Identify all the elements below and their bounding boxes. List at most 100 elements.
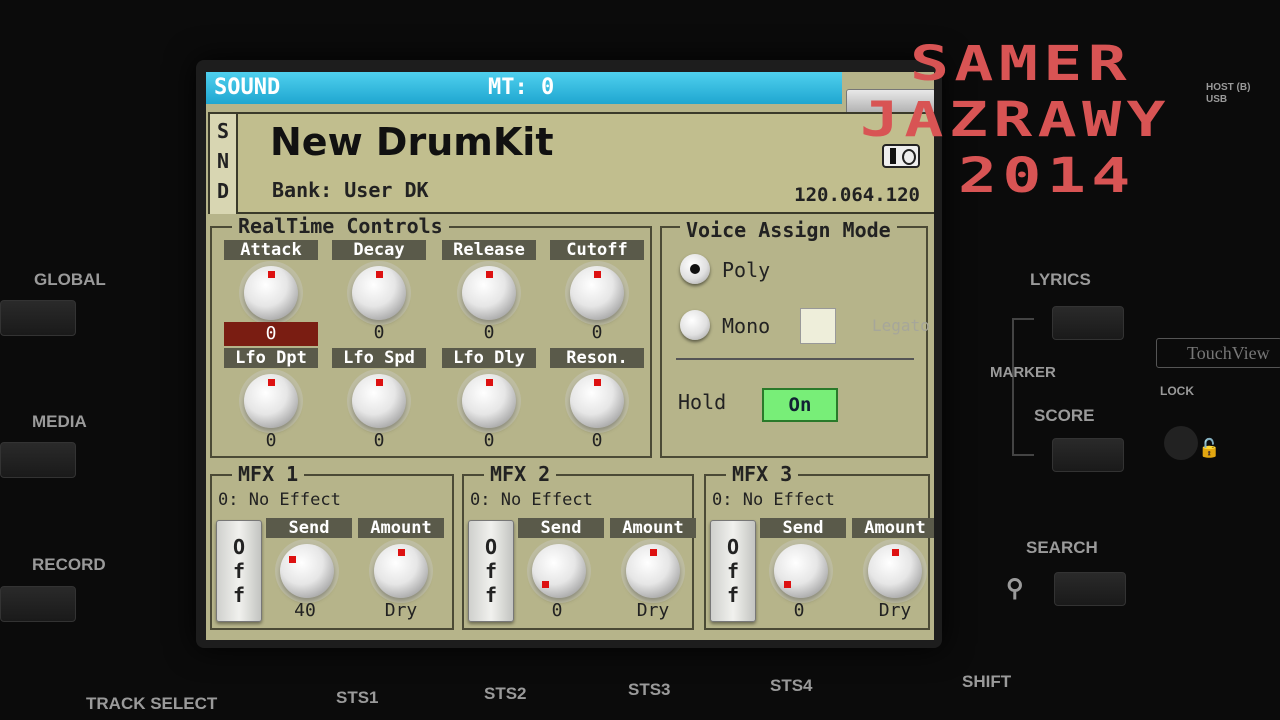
realtime-controls-title: RealTime Controls xyxy=(232,214,449,238)
score-label: SCORE xyxy=(1034,406,1095,425)
mfx2-amount-knob[interactable] xyxy=(626,544,680,598)
off-letter: O xyxy=(232,535,246,559)
knob-value-decay: 0 xyxy=(373,322,385,343)
knob-marker xyxy=(485,378,493,386)
mono-label: Mono xyxy=(722,314,771,338)
hold-label: Hold xyxy=(678,390,727,414)
snd-tab[interactable]: S N D xyxy=(210,114,238,214)
sts4-label: STS4 xyxy=(770,676,813,695)
sts2-label: STS2 xyxy=(484,684,527,703)
search-button[interactable] xyxy=(1054,572,1126,606)
watermark-line-1: SAMER xyxy=(910,36,1133,92)
off-letter: O xyxy=(726,535,740,559)
page-title: SOUND xyxy=(214,75,281,100)
mfx2-amount-label: Amount xyxy=(610,518,696,538)
mfx3-amount-label: Amount xyxy=(852,518,934,538)
mfx1-send-label: Send xyxy=(266,518,352,538)
media-button[interactable] xyxy=(0,442,76,478)
legato-checkbox[interactable] xyxy=(800,308,836,344)
lock-knob[interactable] xyxy=(1164,426,1198,460)
mfx1-effect-name: 0: No Effect xyxy=(218,490,341,510)
mfx1-amount-value: Dry xyxy=(384,600,418,621)
mfx3-off-button[interactable]: Off xyxy=(710,520,756,622)
poly-radio[interactable] xyxy=(680,254,710,284)
cutoff-knob[interactable] xyxy=(570,266,624,320)
knob-value-cutoff: 0 xyxy=(591,322,603,343)
legato-label: Legato xyxy=(872,316,930,335)
marker-label: MARKER xyxy=(990,364,1056,381)
lyrics-button[interactable] xyxy=(1052,306,1124,340)
voice-divider xyxy=(676,358,914,360)
knob-marker xyxy=(593,270,601,278)
mfx2-send-knob[interactable] xyxy=(532,544,586,598)
touchview-badge: TouchView xyxy=(1156,338,1280,368)
knob-label-cutoff: Cutoff xyxy=(550,240,644,260)
knob-marker xyxy=(397,548,405,556)
touchview-label: TouchView xyxy=(1187,343,1270,363)
lyrics-label: LYRICS xyxy=(1030,270,1091,289)
knob-label-reson: Reson. xyxy=(550,348,644,368)
knob-marker xyxy=(288,555,296,563)
sound-header: S N D New DrumKit Bank: User DK 120.064.… xyxy=(208,112,934,214)
off-letter: f xyxy=(232,559,246,583)
knob-value-reson: 0 xyxy=(591,430,603,451)
track-select-label: TRACK SELECT xyxy=(86,694,218,713)
mono-radio[interactable] xyxy=(680,310,710,340)
knob-marker xyxy=(485,270,493,278)
knob-marker xyxy=(375,270,383,278)
mfx2-send-label: Send xyxy=(518,518,604,538)
knob-value-lfo-dly: 0 xyxy=(483,430,495,451)
mfx3-send-knob[interactable] xyxy=(774,544,828,598)
lfo-spd-knob[interactable] xyxy=(352,374,406,428)
score-button[interactable] xyxy=(1052,438,1124,472)
hold-on-button[interactable]: On xyxy=(762,388,838,422)
program-number: 120.064.120 xyxy=(794,184,920,206)
off-letter: f xyxy=(484,559,498,583)
off-letter: f xyxy=(232,583,246,607)
watermark-line-2: JAZRAWY xyxy=(860,92,1171,148)
mfx2-off-button[interactable]: Off xyxy=(468,520,514,622)
mfx3-amount-knob[interactable] xyxy=(868,544,922,598)
knob-value-lfo-dpt: 0 xyxy=(265,430,277,451)
knob-label-lfo-spd: Lfo Spd xyxy=(332,348,426,368)
mfx3-title: MFX 3 xyxy=(726,462,799,486)
mfx3-send-value: 0 xyxy=(793,600,805,621)
shift-label: SHIFT xyxy=(962,672,1012,691)
global-button[interactable] xyxy=(0,300,76,336)
release-knob[interactable] xyxy=(462,266,516,320)
mfx2-effect-name: 0: No Effect xyxy=(470,490,593,510)
knob-marker xyxy=(267,270,275,278)
lfo-dpt-knob[interactable] xyxy=(244,374,298,428)
mfx1-off-button[interactable]: Off xyxy=(216,520,262,622)
mfx2-title: MFX 2 xyxy=(484,462,557,486)
knob-marker xyxy=(593,378,601,386)
sound-name[interactable]: New DrumKit xyxy=(270,120,553,164)
record-button[interactable] xyxy=(0,586,76,622)
mfx1-amount-knob[interactable] xyxy=(374,544,428,598)
mfx2-send-value: 0 xyxy=(551,600,563,621)
knob-label-release: Release xyxy=(442,240,536,260)
knob-marker xyxy=(649,548,657,556)
lfo-dly-knob[interactable] xyxy=(462,374,516,428)
marker-bracket xyxy=(1012,318,1034,456)
off-letter: f xyxy=(726,559,740,583)
mfx1-title: MFX 1 xyxy=(232,462,305,486)
knob-label-decay: Decay xyxy=(332,240,426,260)
bank-label: Bank: User DK xyxy=(272,178,429,202)
mfx3-send-label: Send xyxy=(760,518,846,538)
mfx3-effect-name: 0: No Effect xyxy=(712,490,835,510)
attack-knob[interactable] xyxy=(244,266,298,320)
mfx3-amount-value: Dry xyxy=(878,600,912,621)
unlock-icon: 🔓 xyxy=(1198,438,1221,459)
knob-value-attack[interactable]: 0 xyxy=(224,322,318,346)
knob-value-lfo-spd: 0 xyxy=(373,430,385,451)
off-letter: f xyxy=(726,583,740,607)
media-label: MEDIA xyxy=(32,412,87,431)
knob-marker xyxy=(784,580,792,588)
sts3-label: STS3 xyxy=(628,680,671,699)
mt-indicator: MT: 0 xyxy=(488,75,555,100)
search-icon: ⚲ xyxy=(1006,575,1024,602)
reson-knob[interactable] xyxy=(570,374,624,428)
decay-knob[interactable] xyxy=(352,266,406,320)
mfx1-send-knob[interactable] xyxy=(280,544,334,598)
